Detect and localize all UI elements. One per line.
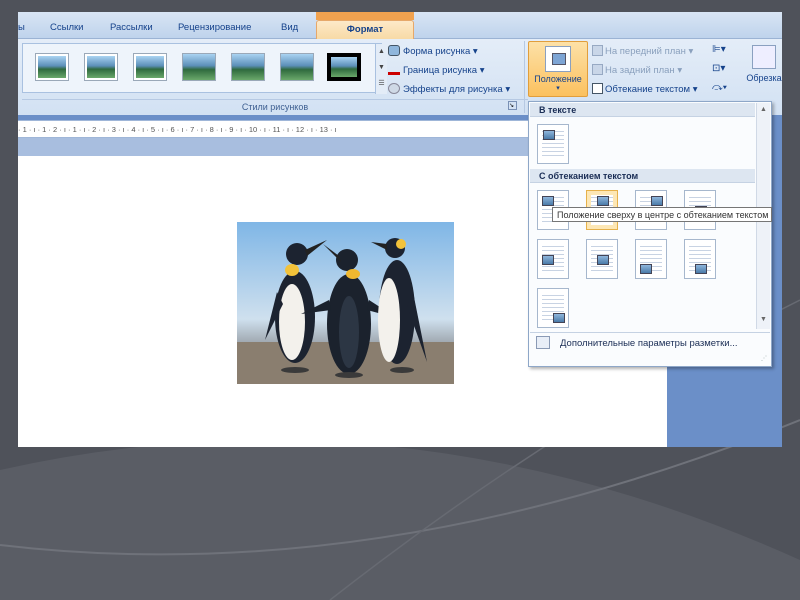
text-wrap-label: Обтекание текстом: [605, 84, 691, 95]
crop-label: Обрезка: [746, 73, 782, 83]
position-icon: [545, 46, 571, 72]
penguins-picture[interactable]: [237, 222, 454, 384]
send-to-back-button[interactable]: На задний план ▾: [592, 64, 682, 76]
pen-icon: [388, 64, 400, 75]
section-wrap: С обтеканием текстом: [530, 169, 755, 183]
position-inline-option[interactable]: [537, 124, 569, 164]
scroll-up-icon[interactable]: ▲: [376, 44, 387, 60]
tab-partial[interactable]: ы: [18, 22, 25, 33]
picture-style-thumb[interactable]: [182, 53, 216, 81]
picture-style-thumb[interactable]: [327, 53, 361, 81]
picture-styles-group-label: Стили рисунков: [22, 99, 528, 113]
tab-mailings[interactable]: Рассылки: [110, 22, 153, 33]
position-dropdown: В тексте С обтеканием текстом ▲ ▼ Дополн…: [528, 101, 772, 367]
send-to-back-label: На задний план: [605, 65, 675, 76]
crop-button[interactable]: Обрезка: [744, 43, 782, 99]
position-middle-left-option[interactable]: [537, 239, 569, 279]
picture-style-thumb[interactable]: [84, 53, 118, 81]
picture-style-thumb[interactable]: [35, 53, 69, 81]
group-icon[interactable]: ⊡▾: [712, 63, 728, 77]
position-middle-center-option[interactable]: [586, 239, 618, 279]
gallery-scrollbar[interactable]: ▲ ▼ ☰: [375, 44, 387, 94]
shape-icon: [388, 45, 400, 56]
rotate-icon[interactable]: ⤼▾: [712, 82, 728, 96]
picture-effects-button[interactable]: Эффекты для рисунка ▾: [388, 83, 510, 95]
position-bottom-left-option[interactable]: [635, 239, 667, 279]
tooltip: Положение сверху в центре с обтеканием т…: [552, 207, 772, 222]
picture-styles-gallery: ▲ ▼ ☰: [22, 43, 387, 94]
chevron-down-icon: ▾: [556, 85, 560, 92]
more-layout-options-label: Дополнительные параметры разметки...: [560, 338, 738, 349]
position-label: Положение: [534, 74, 582, 84]
text-wrap-button[interactable]: Обтекание текстом ▾: [592, 83, 698, 95]
crop-icon: [752, 45, 776, 69]
group-separator: [524, 41, 525, 113]
picture-effects-label: Эффекты для рисунка: [403, 84, 503, 95]
position-button[interactable]: Положение ▾: [528, 41, 588, 97]
picture-shape-button[interactable]: Форма рисунка ▾: [388, 45, 478, 57]
scroll-down-icon[interactable]: ▼: [757, 313, 770, 327]
layout-options-icon: [536, 336, 550, 349]
tab-view[interactable]: Вид: [281, 22, 298, 33]
ribbon-tab-bar: ы Ссылки Рассылки Рецензирование Вид Фор…: [18, 12, 782, 40]
resize-grip-icon[interactable]: ⋰: [761, 355, 769, 363]
bring-to-front-label: На передний план: [605, 46, 686, 57]
picture-style-thumb[interactable]: [280, 53, 314, 81]
tab-review[interactable]: Рецензирование: [178, 22, 251, 33]
send-back-icon: [592, 64, 603, 75]
bring-to-front-button[interactable]: На передний план ▾: [592, 45, 693, 57]
effects-icon: [388, 83, 400, 94]
scroll-down-icon[interactable]: ▼: [376, 60, 387, 76]
tab-references[interactable]: Ссылки: [50, 22, 83, 33]
gallery-more-icon[interactable]: ☰: [376, 76, 387, 92]
bring-front-icon: [592, 45, 603, 56]
picture-style-thumb[interactable]: [133, 53, 167, 81]
section-in-text: В тексте: [530, 103, 755, 117]
picture-border-label: Граница рисунка: [403, 65, 478, 76]
align-icon[interactable]: ⊫▾: [712, 44, 728, 58]
position-bottom-center-option[interactable]: [684, 239, 716, 279]
scroll-up-icon[interactable]: ▲: [757, 103, 770, 117]
picture-shape-label: Форма рисунка: [403, 46, 471, 57]
picture-border-button[interactable]: Граница рисунка ▾: [388, 64, 485, 76]
text-wrap-icon: [592, 83, 603, 94]
tab-format[interactable]: Формат: [316, 20, 414, 40]
word-window: ы Ссылки Рассылки Рецензирование Вид Фор…: [18, 12, 782, 447]
more-layout-options-item[interactable]: Дополнительные параметры разметки...: [530, 332, 770, 352]
picture-style-thumb[interactable]: [231, 53, 265, 81]
picture-tools-header: [316, 12, 414, 20]
horizontal-ruler[interactable]: · 1 · ı · 1 · 2 · ı · 1 · ı · 2 · ı · 3 …: [18, 120, 528, 138]
position-bottom-right-option[interactable]: [537, 288, 569, 328]
dialog-launcher-icon[interactable]: ↘: [508, 101, 517, 110]
